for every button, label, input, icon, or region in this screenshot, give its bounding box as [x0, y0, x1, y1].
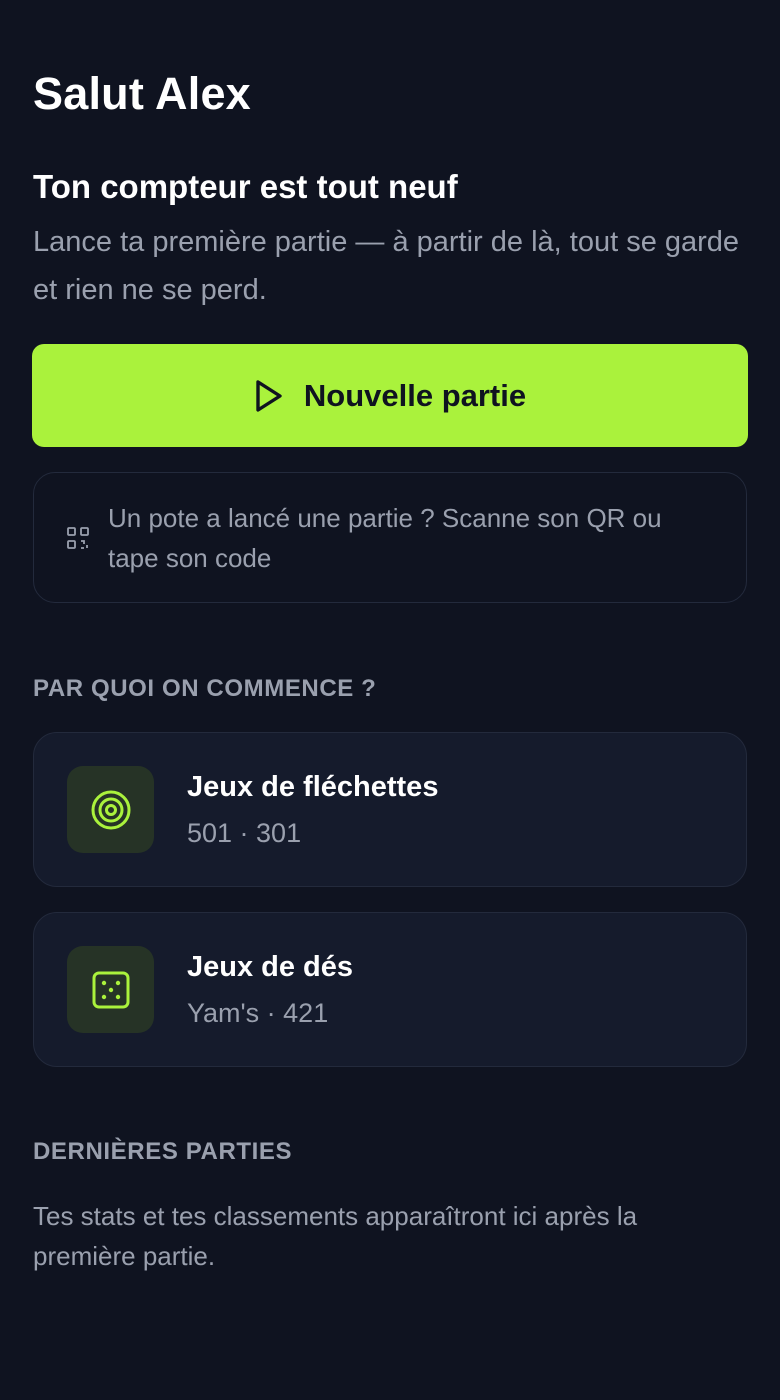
dice-card-subtitle: Yam's · 421 — [187, 997, 329, 1028]
greeting-title: Salut Alex — [33, 68, 251, 119]
dice-games-card[interactable]: Jeux de dés Yam's · 421 — [33, 912, 747, 1067]
join-game-text: Un pote a lancé une partie ? Scanne son … — [108, 502, 662, 573]
darts-icon-tile — [67, 766, 154, 853]
qr-code-icon — [66, 526, 90, 550]
new-game-button[interactable]: Nouvelle partie — [32, 344, 748, 447]
darts-card-subtitle: 501 · 301 — [187, 817, 302, 848]
dice-icon — [92, 971, 129, 1008]
target-icon — [91, 790, 130, 829]
dice-icon-tile — [67, 946, 154, 1033]
join-game-card[interactable]: Un pote a lancé une partie ? Scanne son … — [33, 472, 747, 603]
intro-text: Lance ta première partie — à partir de l… — [33, 226, 740, 306]
darts-games-card[interactable]: Jeux de fléchettes 501 · 301 — [33, 732, 747, 887]
recent-section-title: DERNIÈRES PARTIES — [33, 1138, 293, 1165]
recent-empty-text: Tes stats et tes classements apparaîtron… — [33, 1201, 638, 1271]
start-section-title: PAR QUOI ON COMMENCE ? — [33, 675, 377, 702]
home-screen: Salut Alex Ton compteur est tout neuf La… — [0, 0, 780, 1400]
darts-card-title: Jeux de fléchettes — [187, 770, 439, 803]
intro-headline: Ton compteur est tout neuf — [33, 168, 458, 205]
dice-card-title: Jeux de dés — [187, 950, 354, 983]
new-game-label: Nouvelle partie — [303, 377, 527, 413]
play-icon — [254, 379, 284, 413]
